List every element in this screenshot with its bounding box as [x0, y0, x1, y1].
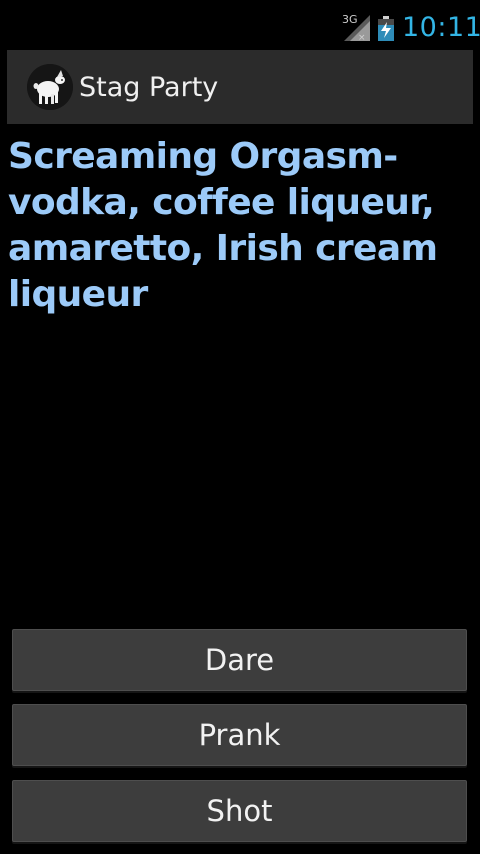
battery-charging-icon — [378, 16, 394, 41]
action-bar: Stag Party — [7, 50, 473, 124]
prank-button[interactable]: Prank — [12, 704, 467, 766]
svg-text:×: × — [358, 33, 366, 41]
drink-description: Screaming Orgasm- vodka, coffee liqueur,… — [8, 136, 438, 315]
app-title: Stag Party — [79, 72, 219, 103]
status-bar: 3G × 10:11 — [0, 0, 480, 50]
shot-button[interactable]: Shot — [12, 780, 467, 842]
status-time: 10:11 — [402, 12, 480, 43]
dare-button[interactable]: Dare — [12, 629, 467, 691]
signal-3g-icon: × — [344, 15, 370, 41]
stag-logo-icon — [27, 64, 73, 110]
stag-app-icon[interactable] — [27, 64, 73, 110]
app-screen: 3G × 10:11 Stag Party Screaming Orgasm- … — [0, 0, 480, 854]
